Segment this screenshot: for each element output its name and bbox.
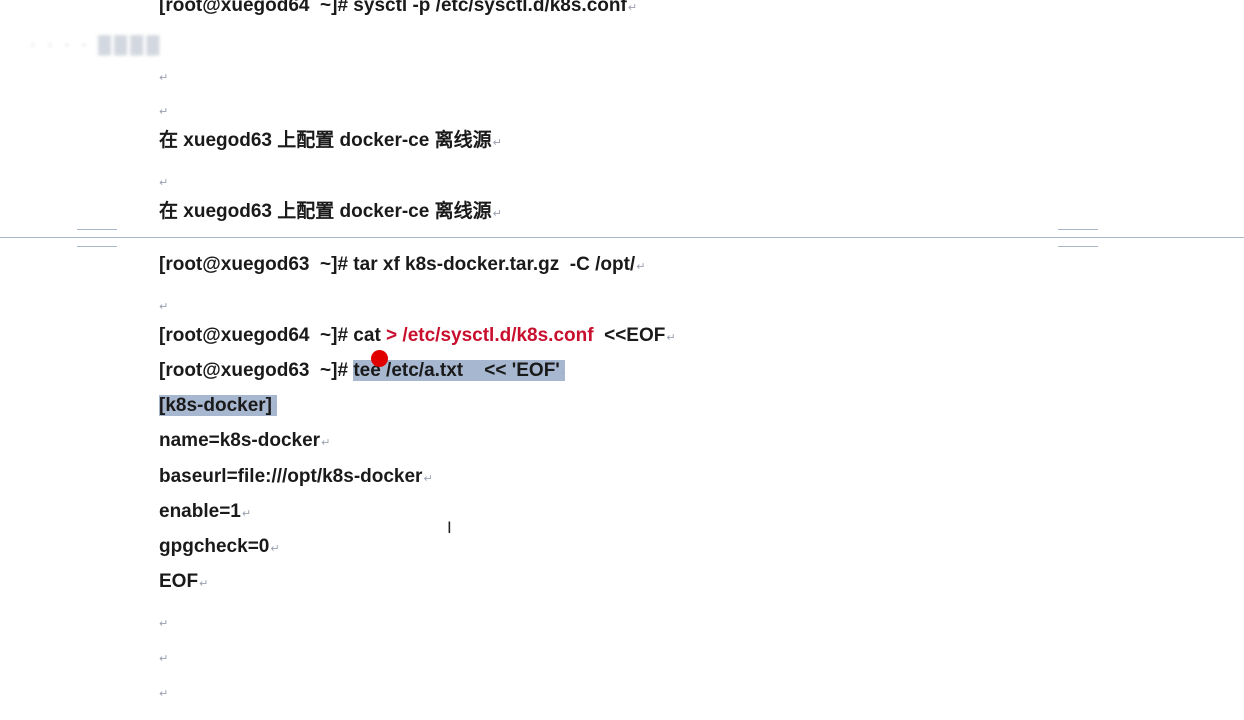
red-text: > /etc/sysctl.d/k8s.conf bbox=[386, 325, 594, 346]
left-margin-marker bbox=[77, 229, 117, 247]
empty-paragraph[interactable]: ↵ bbox=[159, 169, 168, 193]
recording-dot-icon bbox=[371, 350, 388, 367]
doc-line-command[interactable]: [root@xuegod63 ~]# tar xf k8s-docker.tar… bbox=[159, 253, 645, 277]
doc-line[interactable]: enable=1↵ bbox=[159, 500, 251, 524]
text-selection[interactable]: [k8s-docker]· bbox=[159, 395, 277, 416]
empty-paragraph[interactable]: ↵ bbox=[159, 645, 168, 669]
doc-line[interactable]: gpgcheck=0↵ bbox=[159, 535, 280, 559]
right-margin-marker bbox=[1058, 229, 1098, 247]
blurred-artifact: · · · · ▓▓▓▓ bbox=[30, 34, 163, 54]
text-cursor-icon: I bbox=[447, 518, 452, 537]
empty-paragraph[interactable]: ↵ bbox=[159, 64, 168, 88]
empty-paragraph[interactable]: ↵ bbox=[159, 680, 168, 704]
doc-line[interactable]: [root@xuegod64 ~]# sysctl -p /etc/sysctl… bbox=[159, 0, 637, 18]
doc-line[interactable]: baseurl=file:///opt/k8s-docker↵ bbox=[159, 465, 433, 489]
empty-paragraph[interactable]: ↵ bbox=[159, 610, 168, 634]
doc-line[interactable]: [k8s-docker]· bbox=[159, 394, 277, 418]
doc-line-heading[interactable]: 在 xuegod63 上配置 docker-ce 离线源↵ bbox=[159, 200, 502, 224]
empty-paragraph[interactable]: ↵ bbox=[159, 293, 168, 317]
doc-line-heading[interactable]: 在 xuegod63 上配置 docker-ce 离线源↵ bbox=[159, 129, 502, 153]
empty-paragraph[interactable]: ↵ bbox=[159, 98, 168, 122]
doc-line[interactable]: name=k8s-docker↵ bbox=[159, 429, 330, 453]
doc-line-command[interactable]: [root@xuegod63 ~]# tee /etc/a.txt << 'EO… bbox=[159, 359, 565, 383]
doc-line-command[interactable]: [root@xuegod64 ~]# cat > /etc/sysctl.d/k… bbox=[159, 324, 676, 348]
doc-line[interactable]: EOF↵ bbox=[159, 570, 208, 594]
